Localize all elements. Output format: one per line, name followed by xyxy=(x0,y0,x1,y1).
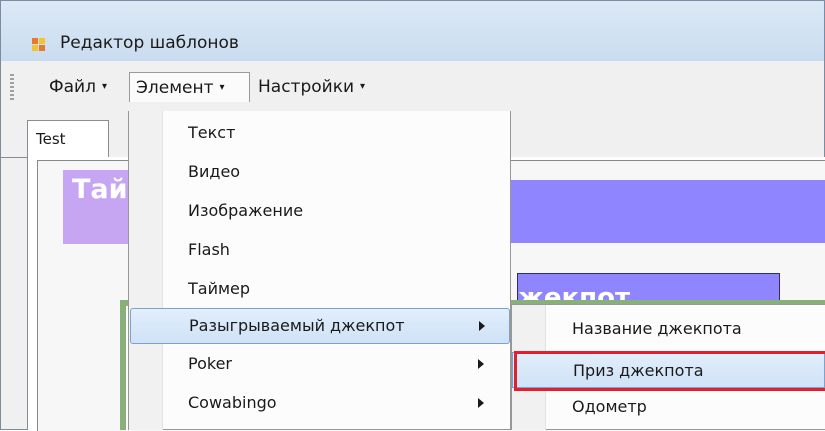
menu-item-label: Flash xyxy=(188,240,230,259)
menu-element[interactable]: Элемент ▾ xyxy=(129,72,250,102)
app-window-icon xyxy=(32,38,46,52)
submenu-item-odometer[interactable]: Одометр xyxy=(512,389,825,425)
menu-file-label: Файл xyxy=(49,77,96,97)
tab-test[interactable]: Test xyxy=(27,120,109,158)
submenu-item-jackpot-name[interactable]: Название джекпота xyxy=(512,311,825,347)
menu-item-raffled-jackpot[interactable]: Разыгрываемый джекпот xyxy=(130,308,510,344)
menu-item-label: Разыгрываемый джекпот xyxy=(189,316,405,335)
menu-bar xyxy=(1,61,824,118)
menu-item-timer[interactable]: Таймер xyxy=(130,272,510,308)
menu-file[interactable]: Файл ▾ xyxy=(43,72,113,102)
submenu-arrow-icon xyxy=(478,398,484,408)
submenu-arrow-icon xyxy=(478,359,484,369)
menu-item-label: Таймер xyxy=(188,279,251,298)
menu-item-label: Cowabingo xyxy=(188,393,277,412)
menu-item-label: Текст xyxy=(188,123,236,142)
menu-element-label: Элемент xyxy=(136,78,214,98)
menu-item-flash[interactable]: Flash xyxy=(130,233,510,269)
menu-item-label: Видео xyxy=(188,162,241,181)
submenu-arrow-icon xyxy=(479,321,485,331)
timer-element-label: Тай xyxy=(72,174,128,205)
chevron-down-icon: ▾ xyxy=(360,81,366,92)
menu-item-cowabingo[interactable]: Cowabingo xyxy=(130,386,510,422)
menu-item-label: Poker xyxy=(188,354,232,373)
menu-item-poker[interactable]: Poker xyxy=(130,347,510,383)
window-title: Редактор шаблонов xyxy=(60,33,239,53)
menu-settings[interactable]: Настройки ▾ xyxy=(252,72,371,102)
menu-item-text[interactable]: Текст xyxy=(130,116,510,152)
toolstrip-grip-handle[interactable] xyxy=(10,74,14,100)
menu-item-label: Изображение xyxy=(188,201,304,220)
submenu-item-label: Одометр xyxy=(572,397,647,416)
annotation-highlight-box xyxy=(514,351,825,391)
submenu-item-label: Название джекпота xyxy=(572,319,742,338)
menu-item-video[interactable]: Видео xyxy=(130,155,510,191)
menu-settings-label: Настройки xyxy=(258,77,355,97)
menu-item-image[interactable]: Изображение xyxy=(130,194,510,230)
chevron-down-icon: ▾ xyxy=(219,82,225,93)
chevron-down-icon: ▾ xyxy=(101,81,107,92)
